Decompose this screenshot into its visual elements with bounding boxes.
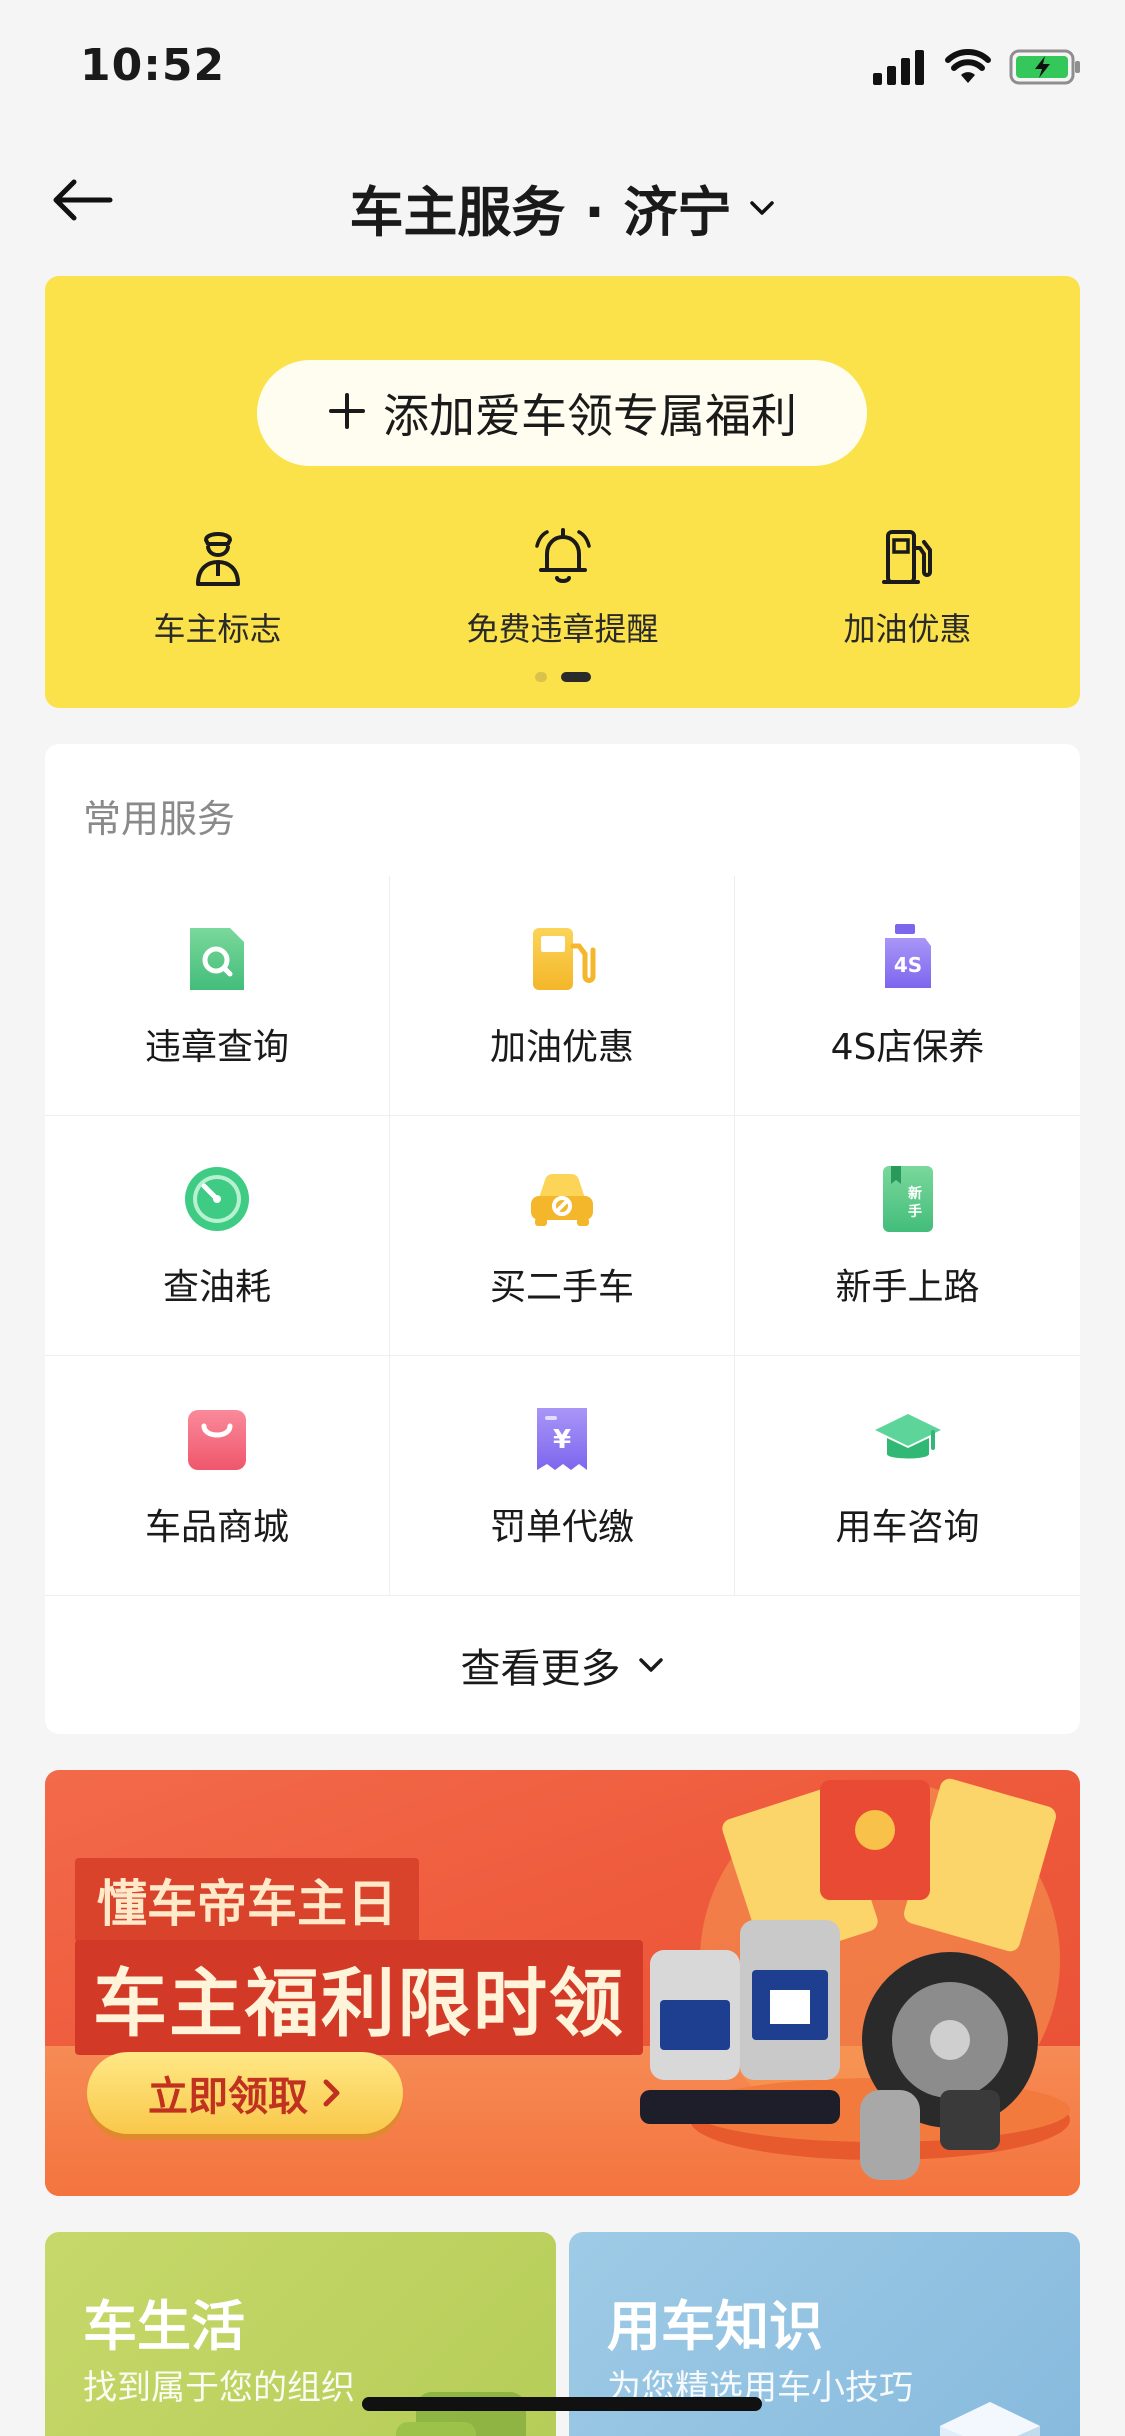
novice-book-icon: 新 手 <box>882 1165 933 1232</box>
service-fuel-consumption[interactable]: 查油耗 <box>45 1116 390 1356</box>
welfare-quick-row: 车主标志 免费违章提醒 加油优惠 <box>45 524 1080 650</box>
battery-charging-icon <box>1009 49 1080 85</box>
chevron-down-icon <box>638 1658 663 1672</box>
cube-icon <box>940 2402 1040 2436</box>
fuel-pump-icon <box>881 530 932 584</box>
home-indicator <box>362 2397 762 2411</box>
quick-item-owner-badge[interactable]: 车主标志 <box>45 524 390 650</box>
fuel-pump-icon <box>533 927 596 990</box>
svg-text:手: 手 <box>908 1203 922 1220</box>
quick-item-label: 免费违章提醒 <box>466 610 659 648</box>
service-label: 车品商城 <box>144 1506 289 1548</box>
quick-item-label: 车主标志 <box>153 610 282 648</box>
violation-query-icon <box>190 927 244 990</box>
service-violation-query[interactable]: 违章查询 <box>45 876 390 1116</box>
svg-text:4S: 4S <box>893 953 921 977</box>
add-car-label: 添加爱车领专属福利 <box>383 389 797 443</box>
quick-item-violation-reminder[interactable]: 免费违章提醒 <box>390 524 735 650</box>
promo-banner[interactable]: 懂车帝车主日 车主福利限时领 立即领取 <box>45 1770 1080 2196</box>
banner-title: 车主福利限时领 <box>75 1940 643 2055</box>
service-used-car[interactable]: 买二手车 <box>390 1116 735 1356</box>
car-life-title: 车生活 <box>83 2295 245 2358</box>
svg-text:新: 新 <box>908 1185 922 1202</box>
page-dot-active <box>560 672 591 682</box>
car-knowledge-title: 用车知识 <box>607 2295 823 2358</box>
chevron-right-icon <box>323 2079 340 2107</box>
4s-maintenance-icon: 4S <box>884 923 931 988</box>
fuel-gauge-icon <box>185 1166 249 1231</box>
service-label: 用车咨询 <box>835 1506 980 1548</box>
banner-tag: 懂车帝车主日 <box>75 1858 419 1942</box>
welfare-card: 添加爱车领专属福利 车主标志 免费违章提醒 加油优惠 <box>45 276 1080 708</box>
page-dot <box>534 672 547 682</box>
service-car-mall[interactable]: 车品商城 <box>45 1356 390 1596</box>
view-more-label: 查看更多 <box>460 1646 621 1692</box>
service-fuel-discount[interactable]: 加油优惠 <box>390 876 735 1116</box>
view-more-button[interactable]: 查看更多 <box>45 1596 1080 1734</box>
service-label: 查油耗 <box>162 1266 271 1308</box>
chevron-down-icon <box>748 198 776 218</box>
quick-item-fuel-discount[interactable]: 加油优惠 <box>735 524 1080 650</box>
service-label: 买二手车 <box>489 1266 634 1308</box>
quick-item-label: 加油优惠 <box>843 610 972 648</box>
service-car-consulting[interactable]: 用车咨询 <box>735 1356 1080 1596</box>
city-selector[interactable]: 车主服务 · 济宁 <box>0 168 1125 247</box>
claim-now-button[interactable]: 立即领取 <box>87 2052 403 2134</box>
status-icons <box>871 48 1083 86</box>
ticket-payment-icon: ¥ <box>537 1407 587 1470</box>
services-grid: 违章查询 加油优惠 4S 4S店保养 查油耗 买二手车 新 手 新手上路 车品商… <box>45 876 1080 1596</box>
service-label: 罚单代缴 <box>489 1506 634 1548</box>
service-ticket-payment[interactable]: ¥ 罚单代缴 <box>390 1356 735 1596</box>
service-label: 违章查询 <box>144 1026 289 1068</box>
car-life-subtitle: 找到属于您的组织 <box>83 2368 355 2408</box>
car-products-illustration <box>640 1778 1070 2180</box>
section-title: 常用服务 <box>83 797 236 841</box>
service-label: 新手上路 <box>835 1266 980 1308</box>
svg-text:¥: ¥ <box>553 1425 571 1455</box>
bell-icon <box>534 528 591 583</box>
page-title: 车主服务 · 济宁 <box>349 181 732 244</box>
shopping-bag-icon <box>188 1409 246 1470</box>
service-novice-driving[interactable]: 新 手 新手上路 <box>735 1116 1080 1356</box>
add-car-button[interactable]: 添加爱车领专属福利 <box>257 360 867 466</box>
page-indicator <box>45 672 1080 682</box>
wifi-icon <box>945 49 991 83</box>
service-4s-maintenance[interactable]: 4S 4S店保养 <box>735 876 1080 1116</box>
driver-icon <box>195 532 240 586</box>
common-services-card: 常用服务 违章查询 加油优惠 4S 4S店保养 查油耗 买二手车 新 手 新手上… <box>45 744 1080 1734</box>
signal-icon <box>873 50 924 85</box>
used-car-icon <box>531 1173 593 1226</box>
nav-bar: 车主服务 · 济宁 <box>0 140 1125 260</box>
service-label: 加油优惠 <box>489 1026 634 1068</box>
graduation-cap-icon <box>874 1413 941 1458</box>
claim-now-label: 立即领取 <box>148 2074 308 2120</box>
plus-icon <box>327 385 367 441</box>
service-label: 4S店保养 <box>830 1026 985 1068</box>
status-time: 10:52 <box>80 40 226 91</box>
status-bar: 10:52 <box>0 0 1125 140</box>
